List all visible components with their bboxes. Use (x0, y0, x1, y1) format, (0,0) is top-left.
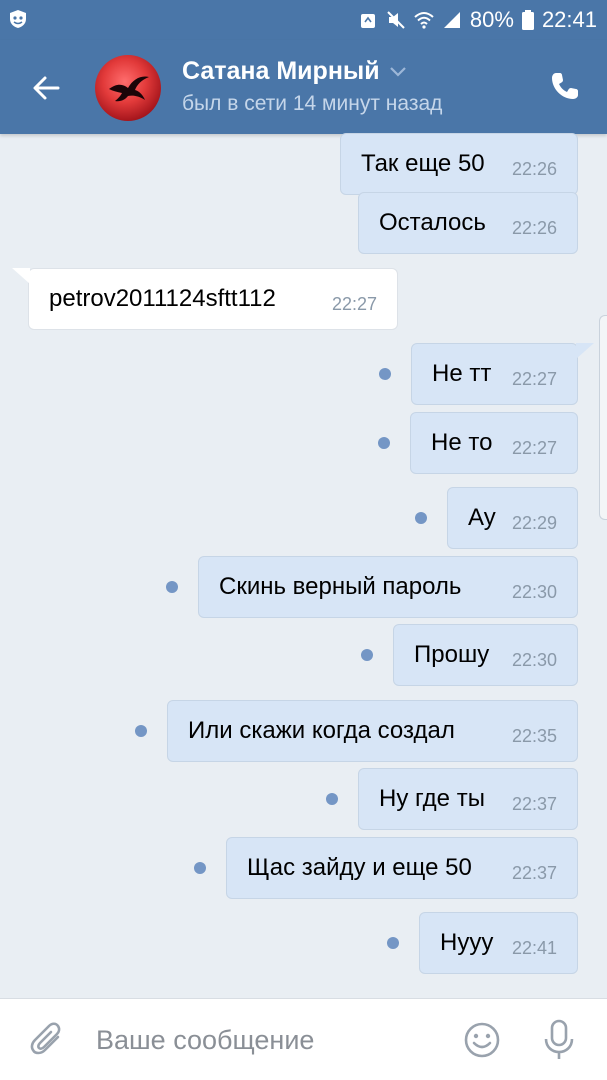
mute-icon (387, 11, 405, 29)
scroll-handle[interactable] (599, 315, 607, 520)
message-time: 22:37 (511, 863, 557, 883)
outgoing-message[interactable]: Ау 22:29 (447, 487, 578, 549)
outgoing-message[interactable]: Осталось 22:26 (358, 192, 578, 254)
unread-indicator (194, 862, 206, 874)
contact-name-button[interactable]: Сатана Мирный (182, 57, 406, 86)
unread-indicator (326, 793, 338, 805)
unread-indicator (387, 937, 399, 949)
microphone-icon[interactable] (543, 1019, 575, 1061)
message-time: 22:27 (511, 438, 557, 458)
unread-indicator (166, 581, 178, 593)
outgoing-message[interactable]: Прошу 22:30 (393, 624, 578, 686)
message-text: Не то (431, 429, 493, 456)
outgoing-message[interactable]: Скинь верный пароль 22:30 (198, 556, 578, 618)
outgoing-message[interactable]: Нууу 22:41 (419, 912, 578, 974)
message-text: Нууу (440, 929, 494, 956)
message-time: 22:30 (511, 582, 557, 602)
message-text: petrov2011124sftt112 (49, 285, 276, 312)
contact-last-seen: был в сети 14 минут назад (182, 92, 443, 115)
message-text: Осталось (379, 209, 486, 236)
message-time: 22:35 (511, 726, 557, 746)
message-text: Не тт (432, 360, 492, 387)
message-text: Так еще 50 (361, 150, 485, 177)
bubble-tail (576, 343, 594, 359)
message-text: Щас зайду и еще 50 (247, 854, 472, 881)
message-time: 22:29 (511, 513, 557, 533)
back-arrow-icon[interactable] (28, 70, 64, 106)
unread-indicator (415, 512, 427, 524)
message-input[interactable] (96, 1017, 436, 1063)
message-text: Или скажи когда создал (188, 717, 455, 744)
message-text: Прошу (414, 641, 490, 668)
outgoing-message[interactable]: Не то 22:27 (410, 412, 578, 474)
contact-name: Сатана Мирный (182, 57, 380, 85)
smiley-icon[interactable] (463, 1021, 501, 1059)
bubble-tail (12, 268, 30, 284)
message-time: 22:30 (511, 650, 557, 670)
outgoing-message[interactable]: Ну где ты 22:37 (358, 768, 578, 830)
battery-icon (521, 10, 534, 30)
message-composer (0, 998, 607, 1080)
incoming-message[interactable]: petrov2011124sftt112 22:27 (28, 268, 398, 330)
unread-indicator (378, 437, 390, 449)
unread-indicator (379, 368, 391, 380)
outgoing-message[interactable]: Не тт 22:27 (411, 343, 578, 405)
wifi-icon (414, 12, 434, 29)
message-text: Ау (468, 504, 496, 531)
phone-icon[interactable] (549, 70, 581, 102)
outgoing-message[interactable]: Так еще 50 22:26 (340, 133, 578, 195)
chevron-down-icon (389, 66, 406, 77)
chat-header: Сатана Мирный был в сети 14 минут назад (0, 40, 607, 134)
outgoing-message[interactable]: Или скажи когда создал 22:35 (167, 700, 578, 762)
avatar[interactable] (95, 55, 161, 121)
message-time: 22:26 (511, 159, 557, 179)
message-time: 22:26 (511, 218, 557, 238)
status-bar: 80% 22:41 (0, 0, 607, 40)
message-time: 22:27 (511, 369, 557, 389)
clock: 22:41 (541, 7, 597, 32)
unread-indicator (361, 649, 373, 661)
message-list[interactable]: Так еще 50 22:26 Осталось 22:26 petrov201112… (0, 133, 607, 998)
battery-percent: 80% (469, 7, 514, 32)
outgoing-message[interactable]: Щас зайду и еще 50 22:37 (226, 837, 578, 899)
unread-indicator (135, 725, 147, 737)
recycle-icon (360, 14, 375, 28)
signal-icon (443, 12, 460, 28)
vk-shield-icon (10, 10, 26, 28)
chat-screen: 80% 22:41 Сатана Мирный был в сети 14 ми… (0, 0, 607, 1080)
message-text: Скинь верный пароль (219, 573, 462, 600)
message-time: 22:37 (511, 794, 557, 814)
bird-silhouette-icon (109, 76, 149, 102)
message-text: Ну где ты (379, 785, 485, 812)
message-time: 22:27 (331, 294, 377, 314)
message-time: 22:41 (511, 938, 557, 958)
paperclip-icon[interactable] (30, 1021, 66, 1059)
